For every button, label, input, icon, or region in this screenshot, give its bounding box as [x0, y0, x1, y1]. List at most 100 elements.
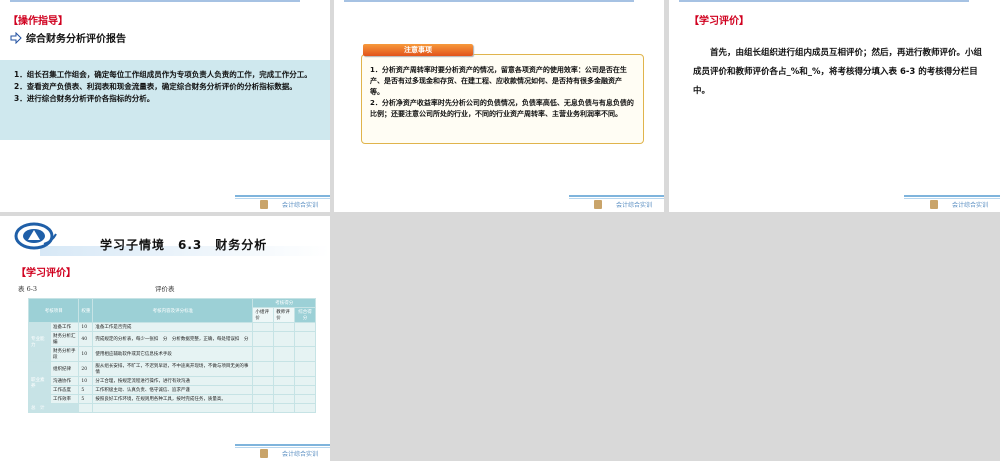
- steps-box: 1．组长召集工作组会，确定每位工作组成员作为专项负责人负责的工作，完成工作分工。…: [0, 60, 330, 140]
- notice-item: 2．分析净资产收益率时先分析公司的负债情况，负债率高低、无息负债与有息负债的比例…: [370, 99, 634, 118]
- row-item: 财务分析汇编: [49, 331, 80, 347]
- table-row: 工作效率 5 按照良好工作环境，在规则用各种工具，按时完成任务，质量高。: [29, 394, 316, 404]
- slide-thumbnail-3[interactable]: 【学习评价】 首先，由组长组织进行组内成员互相评价；然后，再进行教师评价。小组成…: [669, 0, 1000, 212]
- row-desc: 完成规定的分析表，每少一张扣 分 分析数据完整，正确，每处错误扣 分: [92, 331, 254, 347]
- score-cell[interactable]: [252, 322, 275, 332]
- header-teacher-eval: 教师评价: [273, 307, 296, 323]
- table-row: 职业素养 组织纪律 20 服从组长安排，不旷工，不迟到早退，不中途离开现场，不做…: [28, 361, 316, 404]
- arrow-right-icon: [10, 31, 22, 44]
- score-cell[interactable]: [294, 346, 316, 362]
- row-desc: 准备工作是否完成: [92, 322, 254, 332]
- logo-icon: [14, 222, 57, 250]
- score-cell[interactable]: [273, 385, 296, 395]
- footer-brand: 会计综合实训: [951, 202, 988, 209]
- book-icon: [260, 200, 268, 209]
- notice-title: 注意事项: [363, 44, 473, 56]
- score-cell[interactable]: [273, 331, 296, 347]
- table-row: 财务分析手段 10 使用相应辅助软件或其它信息技术手段: [29, 346, 316, 362]
- slide-footer: 会计综合实训: [669, 190, 1000, 212]
- slide-thumbnail-1[interactable]: 【操作指导】 综合财务分析评价报告 1．组长召集工作组会，确定每位工作组成员作为…: [0, 0, 330, 212]
- table-name: 评价表: [155, 285, 175, 293]
- header-weight: 权重: [78, 298, 94, 323]
- score-cell[interactable]: [252, 385, 275, 395]
- score-cell[interactable]: [294, 322, 316, 332]
- evaluation-paragraph: 首先，由组长组织进行组内成员互相评价；然后，再进行教师评价。小组成员评价和教师评…: [693, 48, 983, 96]
- score-cell[interactable]: [294, 385, 316, 395]
- score-cell[interactable]: [294, 361, 316, 377]
- row-item: 沟通协作: [49, 376, 80, 386]
- table-header-row: 考核项目 权重 考核内容及评分标准 考核得分: [27, 298, 316, 323]
- book-icon: [260, 449, 268, 458]
- header-overall: 综合得分: [294, 307, 316, 323]
- step-item: 1．组长召集工作组会，确定每位工作组成员作为专项负责人负责的工作，完成工作分工。: [14, 70, 312, 79]
- slide-top-strip: [334, 0, 664, 4]
- subtitle-text: 综合财务分析评价报告: [26, 34, 126, 45]
- row-desc: 使用相应辅助软件或其它信息技术手段: [92, 346, 254, 362]
- row-weight: 5: [78, 394, 94, 404]
- score-cell[interactable]: [252, 361, 275, 377]
- row-weight: 10: [78, 346, 94, 362]
- header-group-eval: 小组评价: [252, 307, 275, 323]
- row-desc: 按照良好工作环境，在规则用各种工具，按时完成任务，质量高。: [92, 394, 254, 404]
- row-item: 财务分析手段: [49, 346, 80, 362]
- group-label: 专业能力: [28, 322, 51, 362]
- footer-brand: 会计综合实训: [281, 451, 318, 458]
- notice-box: 1．分析资产周转率时要分析资产的情况，留意各项资产的使用效率：公司是否在生产、是…: [361, 54, 644, 144]
- table-total-row: 总 计: [27, 403, 316, 413]
- slide-top-strip: [0, 0, 330, 4]
- row-item: 工作效率: [49, 394, 80, 404]
- footer-brand: 会计综合实训: [615, 202, 652, 209]
- row-desc: 服从组长安排，不旷工，不迟到早退，不中途离开现场，不做与项目无关的事情: [92, 361, 254, 377]
- slide-thumbnail-4[interactable]: 学习子情境 6.3 财务分析 【学习评价】 表 6-3 评价表 考核项目 权重 …: [0, 216, 330, 461]
- table-row: 工作态度 5 工作积极主动、认真负责、恪守诚信、追求严谨: [29, 385, 316, 395]
- score-cell[interactable]: [294, 376, 316, 386]
- slide-header: 学习子情境 6.3 财务分析: [0, 216, 330, 260]
- page-title: 学习子情境 6.3 财务分析: [100, 238, 268, 252]
- book-icon: [930, 200, 938, 209]
- score-cell[interactable]: [273, 346, 296, 362]
- footer-brand: 会计综合实训: [281, 202, 318, 209]
- group-label: 职业素养: [28, 361, 51, 404]
- slide-thumbnail-2[interactable]: 1．分析资产周转率时要分析资产的情况，留意各项资产的使用效率：公司是否在生产、是…: [334, 0, 664, 212]
- row-weight: 20: [78, 361, 94, 377]
- row-weight: 5: [78, 385, 94, 395]
- header-item: 考核项目: [27, 298, 80, 323]
- slide-footer: 会计综合实训: [0, 190, 330, 212]
- row-desc: 分工合理，按规定流程进行操作，进行有效沟通: [92, 376, 254, 386]
- score-cell[interactable]: [252, 346, 275, 362]
- row-item: 准备工作: [49, 322, 80, 332]
- score-cell[interactable]: [252, 331, 275, 347]
- evaluation-table: 考核项目 权重 考核内容及评分标准 考核得分 小组评价 教师评价 综合得分 专业…: [27, 298, 316, 413]
- slide-top-strip: [669, 0, 1000, 4]
- book-icon: [594, 200, 602, 209]
- score-cell[interactable]: [273, 322, 296, 332]
- section-tag: 【学习评价】: [16, 268, 76, 279]
- row-item: 组织纪律: [49, 361, 80, 377]
- table-row: 沟通协作 10 分工合理，按规定流程进行操作，进行有效沟通: [29, 376, 316, 386]
- slide-subtitle: 综合财务分析评价报告: [10, 30, 126, 45]
- score-cell[interactable]: [273, 394, 296, 404]
- table-row: 专业能力 准备工作 10 准备工作是否完成: [28, 322, 316, 362]
- score-cell[interactable]: [294, 331, 316, 347]
- header-score: 考核得分: [252, 298, 316, 308]
- score-cell[interactable]: [294, 394, 316, 404]
- row-weight: 40: [78, 331, 94, 347]
- score-cell[interactable]: [273, 376, 296, 386]
- section-tag: 【学习评价】: [689, 16, 749, 27]
- notice-item: 1．分析资产周转率时要分析资产的情况，留意各项资产的使用效率：公司是否在生产、是…: [370, 66, 627, 96]
- score-cell[interactable]: [273, 361, 296, 377]
- total-label: 总 计: [27, 403, 80, 413]
- step-item: 3．进行综合财务分析评价各指标的分析。: [14, 94, 155, 103]
- score-cell[interactable]: [252, 394, 275, 404]
- score-cell[interactable]: [252, 376, 275, 386]
- table-row: 财务分析汇编 40 完成规定的分析表，每少一张扣 分 分析数据完整，正确，每处错…: [29, 331, 316, 347]
- slide-footer: 会计综合实训: [0, 439, 330, 461]
- header-desc: 考核内容及评分标准: [92, 298, 254, 323]
- row-desc: 工作积极主动、认真负责、恪守诚信、追求严谨: [92, 385, 254, 395]
- slide-footer: 会计综合实训: [334, 190, 664, 212]
- row-weight: 10: [78, 322, 94, 332]
- section-tag: 【操作指导】: [8, 16, 68, 27]
- slide-grid: 【操作指导】 综合财务分析评价报告 1．组长召集工作组会，确定每位工作组成员作为…: [0, 0, 1000, 461]
- step-item: 2．查看资产负债表、利润表和现金流量表，确定综合财务分析评价的分析指标数据。: [14, 82, 297, 91]
- row-weight: 10: [78, 376, 94, 386]
